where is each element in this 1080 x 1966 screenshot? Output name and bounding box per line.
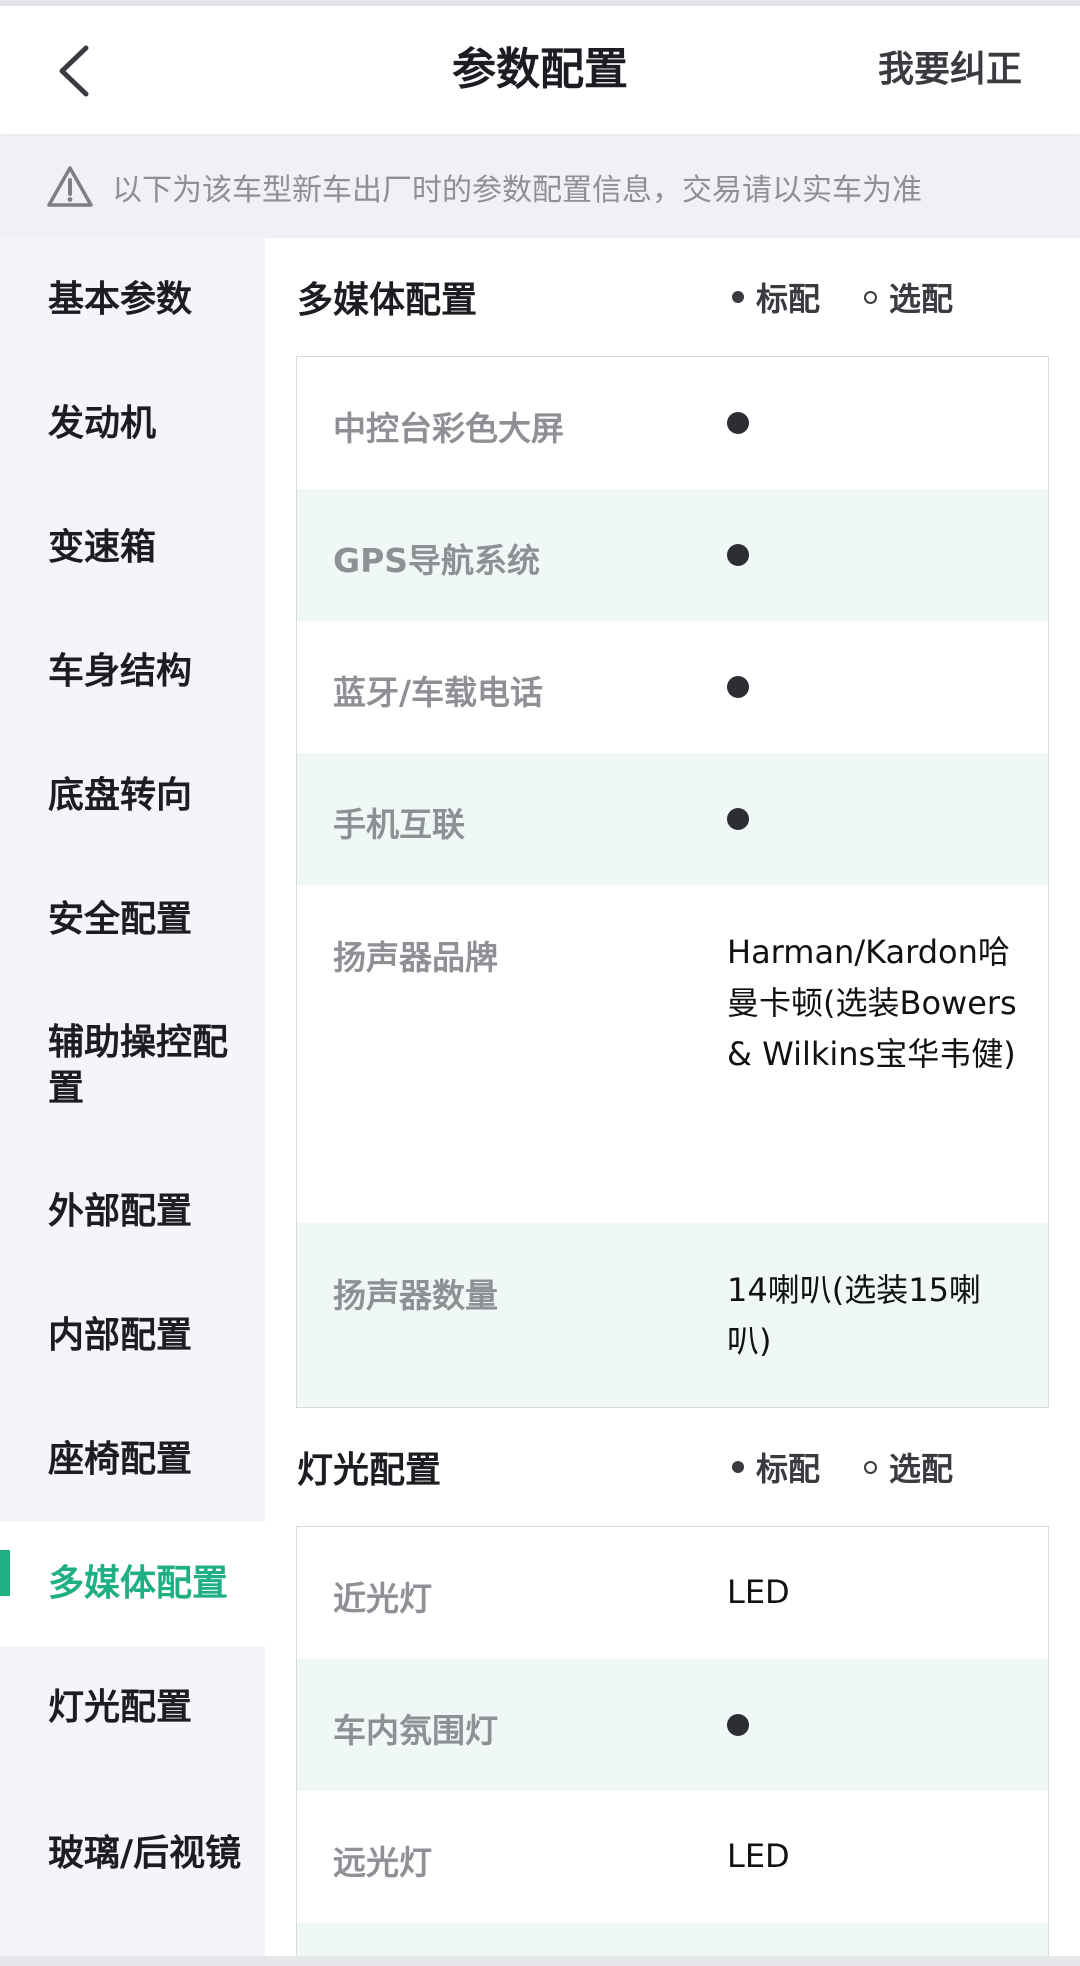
standard-dot-icon xyxy=(727,544,749,566)
row-label: 蓝牙/车载电话 xyxy=(333,673,544,712)
correct-button[interactable]: 我要纠正 xyxy=(878,6,1022,134)
notice-text: 以下为该车型新车出厂时的参数配置信息，交易请以实车为准 xyxy=(112,173,922,208)
sidebar-item-label: 多媒体配置 xyxy=(48,1563,229,1604)
legend-standard-label: 标配 xyxy=(756,1450,821,1488)
standard-dot-icon xyxy=(727,808,749,830)
standard-dot-icon xyxy=(727,676,749,698)
row-label: GPS导航系统 xyxy=(333,541,541,580)
sidebar-item-basic[interactable]: 基本参数 xyxy=(0,238,265,362)
sidebar-item-label: 基本参数 xyxy=(48,279,193,320)
table-row: 手机互联 xyxy=(297,753,1048,885)
sidebar-item-interior[interactable]: 内部配置 xyxy=(0,1274,265,1398)
table-row: 近光灯 LED xyxy=(297,1527,1048,1659)
sidebar-item-label: 发动机 xyxy=(48,403,157,444)
standard-dot-icon xyxy=(727,1714,749,1736)
legend-optional-label: 选配 xyxy=(889,1450,954,1488)
row-label: 中控台彩色大屏 xyxy=(333,409,564,448)
legend-optional-label: 选配 xyxy=(889,280,954,318)
header-bar: 参数配置 我要纠正 xyxy=(0,6,1080,134)
sidebar-item-label: 外部配置 xyxy=(48,1191,193,1232)
row-value: LED xyxy=(727,1573,790,1611)
sidebar-item-glass-mirror[interactable]: 玻璃/后视镜 xyxy=(0,1770,265,1938)
row-value: Harman/Kardon哈曼卡顿(选装Bowers & Wilkins宝华韦健… xyxy=(727,933,1017,1073)
row-label: 远光灯 xyxy=(333,1843,432,1882)
table-row: 远光灯 LED xyxy=(297,1791,1048,1923)
sidebar-item-chassis[interactable]: 底盘转向 xyxy=(0,734,265,858)
spec-table-lighting: 近光灯 LED 车内氛围灯 远光灯 LED xyxy=(296,1526,1049,1966)
standard-dot-icon xyxy=(727,412,749,434)
row-label: 车内氛围灯 xyxy=(333,1711,498,1750)
sidebar-item-label: 变速箱 xyxy=(48,527,157,568)
sidebar-item-assist[interactable]: 辅助操控配置 xyxy=(0,982,265,1150)
sidebar-item-label: 内部配置 xyxy=(48,1315,193,1356)
sidebar-item-label: 辅助操控配置 xyxy=(48,1022,229,1109)
section-title: 多媒体配置 xyxy=(297,280,478,321)
section-title: 灯光配置 xyxy=(297,1450,442,1491)
table-row: 扬声器品牌 Harman/Kardon哈曼卡顿(选装Bowers & Wilki… xyxy=(297,885,1048,1223)
row-value: LED xyxy=(727,1837,790,1875)
standard-dot-icon xyxy=(732,1461,744,1473)
sidebar-item-label: 底盘转向 xyxy=(48,775,193,816)
notice-bar: 以下为该车型新车出厂时的参数配置信息，交易请以实车为准 xyxy=(0,136,1080,238)
section-header-lighting: 灯光配置 标配 选配 xyxy=(265,1408,1080,1526)
row-label: 手机互联 xyxy=(333,805,465,844)
sidebar-item-gearbox[interactable]: 变速箱 xyxy=(0,486,265,610)
section-header-multimedia: 多媒体配置 标配 选配 xyxy=(265,238,1080,356)
optional-dot-icon xyxy=(864,290,878,304)
sidebar-item-label: 灯光配置 xyxy=(48,1687,193,1728)
spec-table-multimedia: 中控台彩色大屏 GPS导航系统 蓝牙/车载电话 手机互联 扬声器品牌 Harma… xyxy=(296,356,1049,1408)
sidebar-item-label: 车身结构 xyxy=(48,651,193,692)
sidebar: 基本参数 发动机 变速箱 车身结构 底盘转向 安全配置 辅助操控配置 外部配置 … xyxy=(0,238,265,1966)
sidebar-item-seat[interactable]: 座椅配置 xyxy=(0,1398,265,1522)
table-row: 蓝牙/车载电话 xyxy=(297,621,1048,753)
row-label: 近光灯 xyxy=(333,1579,432,1618)
back-button[interactable] xyxy=(38,36,108,106)
content-panel[interactable]: 多媒体配置 标配 选配 中控台彩色大屏 GPS导航系统 蓝牙/车载电话 手机互联… xyxy=(265,238,1080,1966)
legend-standard-label: 标配 xyxy=(756,280,821,318)
legend: 标配 选配 xyxy=(732,274,953,320)
bottom-strip xyxy=(0,1956,1080,1966)
sidebar-item-engine[interactable]: 发动机 xyxy=(0,362,265,486)
table-row: GPS导航系统 xyxy=(297,489,1048,621)
warning-icon xyxy=(46,165,94,209)
sidebar-item-label: 玻璃/后视镜 xyxy=(48,1833,242,1874)
table-row: 中控台彩色大屏 xyxy=(297,357,1048,489)
sidebar-item-exterior[interactable]: 外部配置 xyxy=(0,1150,265,1274)
sidebar-item-safety[interactable]: 安全配置 xyxy=(0,858,265,982)
sidebar-item-lighting[interactable]: 灯光配置 xyxy=(0,1646,265,1770)
sidebar-item-body[interactable]: 车身结构 xyxy=(0,610,265,734)
row-value: 14喇叭(选装15喇叭) xyxy=(727,1271,981,1360)
standard-dot-icon xyxy=(732,291,744,303)
sidebar-item-multimedia[interactable]: 多媒体配置 xyxy=(0,1522,265,1646)
row-label: 扬声器数量 xyxy=(333,1276,498,1315)
sidebar-item-label: 座椅配置 xyxy=(48,1439,193,1480)
table-row: 扬声器数量 14喇叭(选装15喇叭) xyxy=(297,1223,1048,1407)
optional-dot-icon xyxy=(864,1460,878,1474)
sidebar-item-label: 安全配置 xyxy=(48,899,193,940)
legend: 标配 选配 xyxy=(732,1444,953,1490)
chevron-left-icon xyxy=(59,45,89,97)
table-row: 车内氛围灯 xyxy=(297,1659,1048,1791)
row-label: 扬声器品牌 xyxy=(333,938,498,977)
